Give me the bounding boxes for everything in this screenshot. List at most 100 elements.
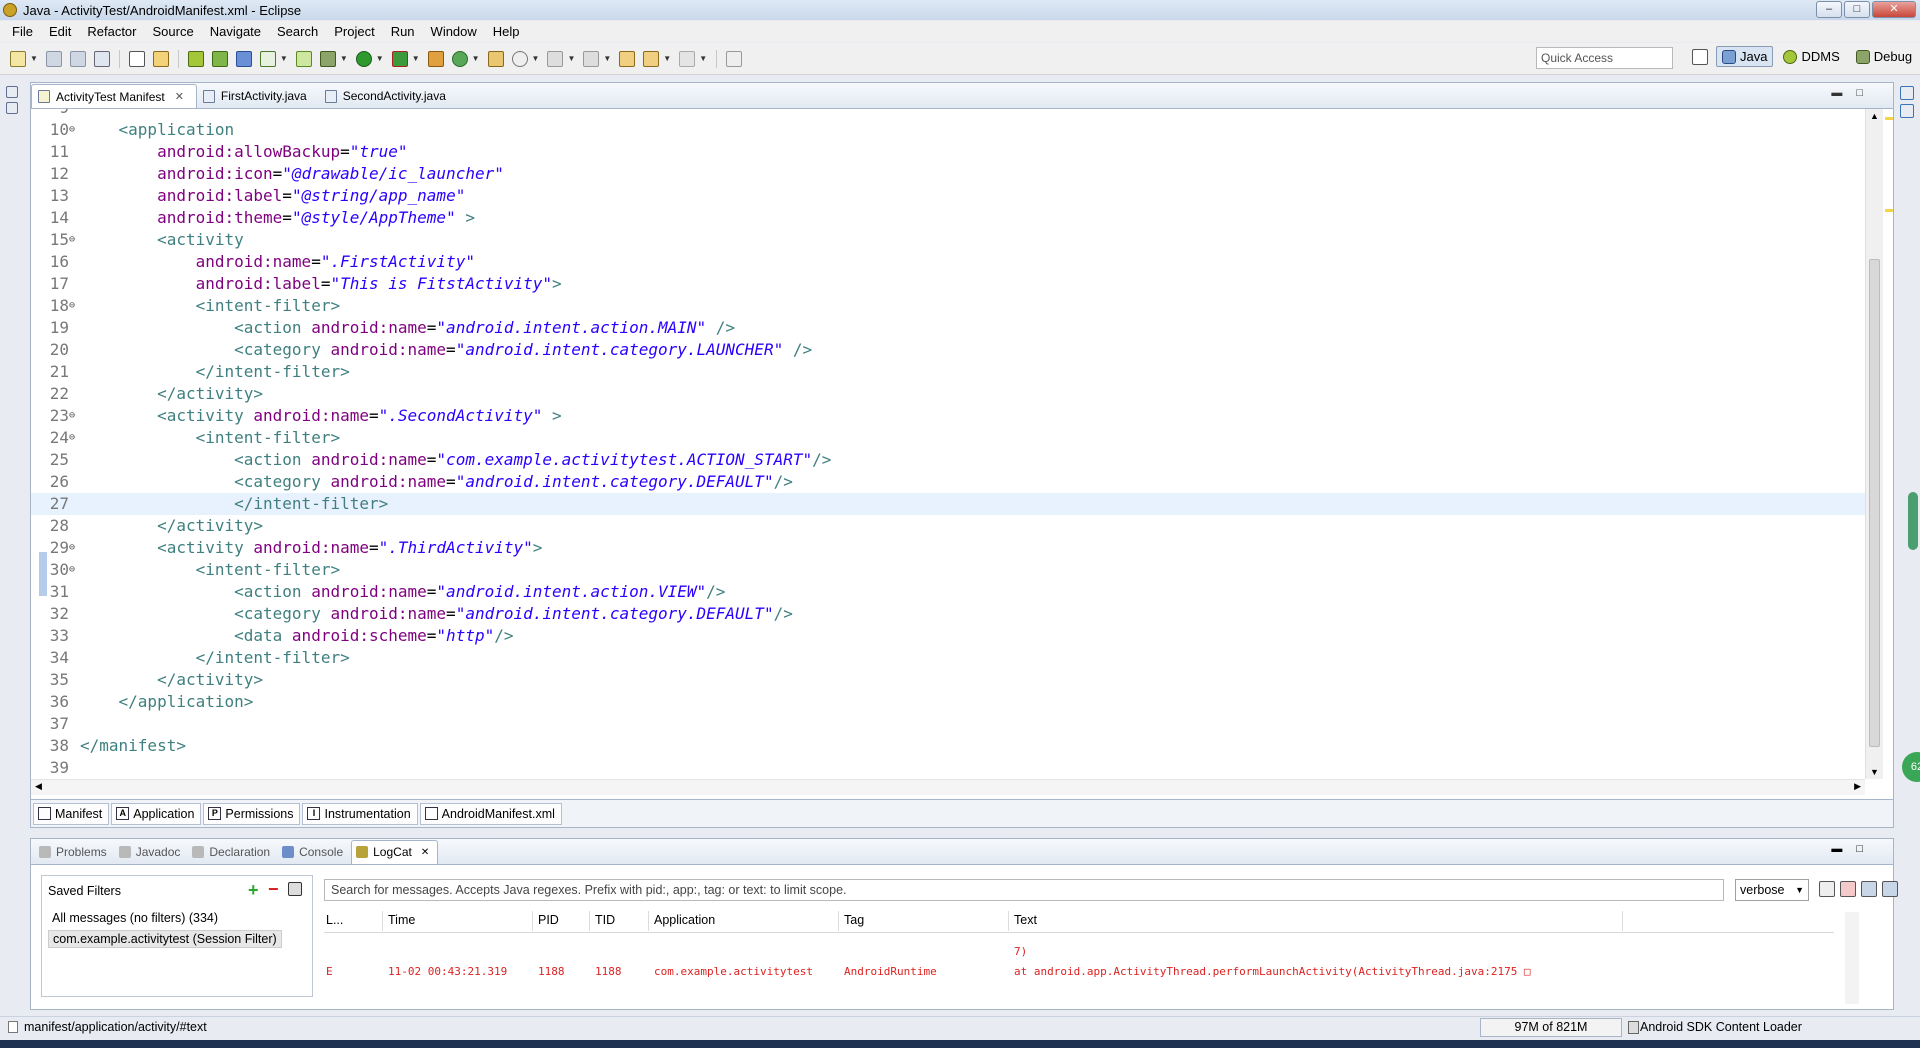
search-dropdown-icon[interactable]: ▼	[532, 54, 540, 63]
remove-filter-icon[interactable]: −	[268, 879, 279, 900]
code-line[interactable]: 18 ⊖ <intent-filter>	[31, 295, 1865, 317]
maximize-button[interactable]: □	[1844, 1, 1870, 18]
page-tab-permissions[interactable]: P Permissions	[203, 802, 301, 825]
code-line[interactable]: 10 ⊖ <application	[31, 119, 1865, 141]
tab-second-activity[interactable]: SecondActivity.java	[319, 84, 458, 108]
code-line[interactable]: 12 android:icon="@drawable/ic_launcher"	[31, 163, 1865, 185]
column-separator[interactable]	[589, 911, 590, 931]
code-line[interactable]: 22 </activity>	[31, 383, 1865, 405]
android-sdk-manager-icon[interactable]	[187, 50, 204, 67]
column-header[interactable]: PID	[538, 913, 559, 927]
view-tab-problems[interactable]: Problems	[35, 840, 115, 864]
filter-item-session[interactable]: com.example.activitytest (Session Filter…	[48, 930, 282, 948]
scroll-lock-icon[interactable]	[1882, 881, 1898, 897]
forward-icon[interactable]	[679, 50, 696, 67]
perspective-debug[interactable]: Debug	[1850, 46, 1918, 67]
edit-filter-icon[interactable]	[288, 882, 302, 896]
debug-run-icon[interactable]	[319, 50, 336, 67]
restore-view-icon[interactable]	[6, 86, 18, 98]
dropdown-icon[interactable]: ▼	[567, 54, 575, 63]
menu-edit[interactable]: Edit	[41, 24, 79, 39]
lint-icon[interactable]	[235, 50, 252, 67]
page-tab-androidmanifest-xml[interactable]: AndroidManifest.xml	[419, 802, 562, 825]
code-line[interactable]: 13 android:label="@string/app_name"	[31, 185, 1865, 207]
checklist-icon[interactable]	[259, 50, 276, 67]
code-line[interactable]: 28 </activity>	[31, 515, 1865, 537]
column-separator[interactable]	[382, 911, 383, 931]
external-tools-icon[interactable]	[427, 50, 444, 67]
debug-dropdown-icon[interactable]: ▼	[340, 54, 348, 63]
save-icon[interactable]	[45, 50, 62, 67]
pin-editor-icon[interactable]	[726, 50, 743, 67]
column-separator[interactable]	[532, 911, 533, 931]
quick-access-input[interactable]: Quick Access	[1536, 47, 1673, 69]
code-line[interactable]: 11 android:allowBackup="true"	[31, 141, 1865, 163]
back-icon[interactable]	[643, 50, 660, 67]
code-line[interactable]: 25 <action android:name="com.example.act…	[31, 449, 1865, 471]
column-separator[interactable]	[838, 911, 839, 931]
code-line[interactable]: 26 <category android:name="android.inten…	[31, 471, 1865, 493]
clear-log-icon[interactable]	[1840, 881, 1856, 897]
package-explorer-icon[interactable]	[6, 102, 18, 114]
log-row[interactable]: 7)	[324, 943, 1834, 961]
filter-item-all[interactable]: All messages (no filters) (334)	[48, 910, 222, 926]
view-tab-console[interactable]: Console	[278, 840, 351, 864]
code-line[interactable]: 27 </intent-filter>	[31, 493, 1865, 515]
code-line[interactable]: 9	[31, 109, 1865, 119]
code-editor[interactable]: 910⊖ <application11 android:allowBackup=…	[31, 109, 1865, 779]
perspective-java[interactable]: Java	[1716, 46, 1774, 67]
column-header[interactable]: Tag	[844, 913, 864, 927]
scroll-left-icon[interactable]: ◀	[35, 781, 42, 792]
restore-outline-icon[interactable]	[1900, 86, 1914, 100]
minimize-editor-icon[interactable]: ▬	[1831, 87, 1842, 99]
menu-search[interactable]: Search	[269, 24, 326, 39]
column-separator[interactable]	[1622, 911, 1623, 931]
column-separator[interactable]	[648, 911, 649, 931]
search-icon[interactable]	[511, 50, 528, 67]
column-separator[interactable]	[1008, 911, 1009, 931]
print-icon[interactable]	[93, 50, 110, 67]
column-header[interactable]: Text	[1014, 913, 1037, 927]
code-line[interactable]: 17 android:label="This is FitstActivity"…	[31, 273, 1865, 295]
code-line[interactable]: 39	[31, 757, 1865, 779]
menu-run[interactable]: Run	[383, 24, 423, 39]
menu-help[interactable]: Help	[485, 24, 528, 39]
log-level-select[interactable]: verbose ▼	[1735, 879, 1809, 901]
minimize-view-icon[interactable]: ▬	[1831, 843, 1842, 855]
new-dropdown-icon[interactable]: ▼	[30, 54, 38, 63]
menu-window[interactable]: Window	[423, 24, 485, 39]
column-header[interactable]: L...	[326, 913, 343, 927]
logcat-vertical-scrollbar[interactable]	[1845, 912, 1859, 1004]
save-log-icon[interactable]	[1819, 881, 1835, 897]
floating-widget-badge[interactable]: 62	[1902, 752, 1920, 782]
code-line[interactable]: 24 ⊖ <intent-filter>	[31, 427, 1865, 449]
fold-toggle-icon[interactable]: ⊖	[69, 229, 79, 251]
last-edit-location-icon[interactable]	[619, 50, 636, 67]
minimize-button[interactable]: –	[1816, 1, 1842, 18]
new-icon[interactable]	[10, 50, 26, 67]
open-perspective-icon[interactable]	[1692, 48, 1708, 65]
menu-project[interactable]: Project	[326, 24, 382, 39]
code-line[interactable]: 37	[31, 713, 1865, 735]
outline-icon[interactable]	[1900, 104, 1914, 118]
fold-toggle-icon[interactable]: ⊖	[69, 295, 79, 317]
garbage-collect-icon[interactable]	[1628, 1021, 1639, 1034]
fold-toggle-icon[interactable]: ⊖	[69, 405, 79, 427]
code-line[interactable]: 31 <action android:name="android.intent.…	[31, 581, 1865, 603]
code-line[interactable]: 33 <data android:scheme="http"/>	[31, 625, 1865, 647]
tab-activitytest-manifest[interactable]: ActivityTest Manifest ✕	[31, 84, 197, 108]
code-line[interactable]: 14 android:theme="@style/AppTheme" >	[31, 207, 1865, 229]
previous-annotation-icon[interactable]	[583, 50, 600, 67]
editor-vertical-scrollbar[interactable]: ▲ ▼	[1865, 109, 1883, 779]
fold-toggle-icon[interactable]: ⊖	[69, 537, 79, 559]
fold-toggle-icon[interactable]: ⊖	[69, 119, 79, 141]
code-line[interactable]: 30 ⊖ <intent-filter>	[31, 559, 1865, 581]
save-all-icon[interactable]	[69, 50, 86, 67]
scroll-right-icon[interactable]: ▶	[1854, 781, 1861, 792]
back-dropdown-icon[interactable]: ▼	[663, 54, 671, 63]
dropdown-icon[interactable]: ▼	[603, 54, 611, 63]
scroll-down-icon[interactable]: ▼	[1870, 767, 1879, 777]
view-tab-javadoc[interactable]: Javadoc	[115, 840, 189, 864]
menu-source[interactable]: Source	[145, 24, 202, 39]
menu-file[interactable]: File	[4, 24, 41, 39]
